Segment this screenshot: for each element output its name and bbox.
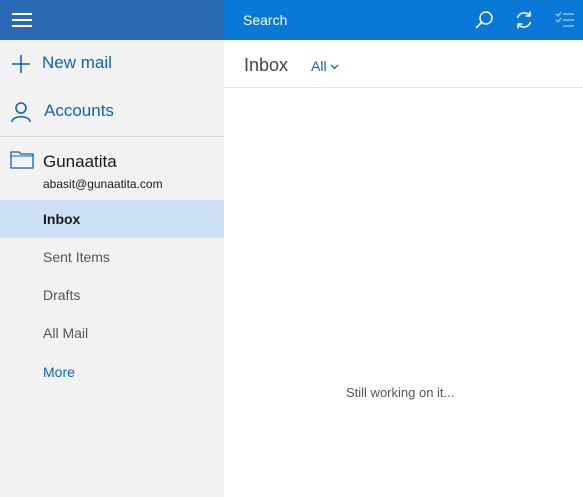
folder-drafts[interactable]: Drafts: [0, 276, 224, 314]
account-name: Gunaatita: [43, 152, 117, 171]
folder-sent-items[interactable]: Sent Items: [0, 238, 224, 276]
folder-inbox[interactable]: Inbox: [0, 200, 224, 238]
more-folders-link[interactable]: More: [0, 353, 224, 391]
account-item[interactable]: Gunaatita abasit@gunaatita.com: [0, 140, 224, 198]
search-icon[interactable]: [474, 10, 494, 30]
folder-label: Sent Items: [43, 249, 110, 265]
new-mail-button[interactable]: New mail: [0, 40, 224, 88]
folder-all-mail[interactable]: All Mail: [0, 314, 224, 352]
search-input[interactable]: Search: [243, 12, 287, 28]
header-divider: [224, 87, 583, 88]
page-title: Inbox: [244, 55, 289, 75]
sidebar-header: [0, 0, 224, 40]
new-mail-label: New mail: [42, 53, 112, 72]
filter-label: All: [311, 58, 327, 74]
folder-label: Inbox: [43, 211, 81, 227]
accounts-label: Accounts: [44, 101, 114, 120]
select-mode-icon[interactable]: [555, 10, 575, 30]
more-label: More: [43, 364, 75, 380]
filter-dropdown[interactable]: All: [311, 58, 339, 74]
accounts-button[interactable]: Accounts: [0, 88, 224, 136]
sidebar-divider: [0, 136, 224, 137]
folder-label: Drafts: [43, 287, 81, 303]
account-email: abasit@gunaatita.com: [43, 177, 163, 191]
person-icon: [11, 102, 31, 123]
chevron-down-icon: [330, 64, 339, 70]
loading-status: Still working on it...: [346, 385, 455, 400]
topbar: Search: [224, 0, 583, 40]
sync-icon[interactable]: [514, 10, 534, 30]
hamburger-icon[interactable]: [12, 13, 32, 27]
folder-label: All Mail: [43, 325, 89, 341]
folder-icon: [10, 151, 34, 169]
plus-icon: [12, 55, 30, 73]
sidebar: New mail Accounts Gunaatita abasit@gunaa…: [0, 0, 224, 497]
